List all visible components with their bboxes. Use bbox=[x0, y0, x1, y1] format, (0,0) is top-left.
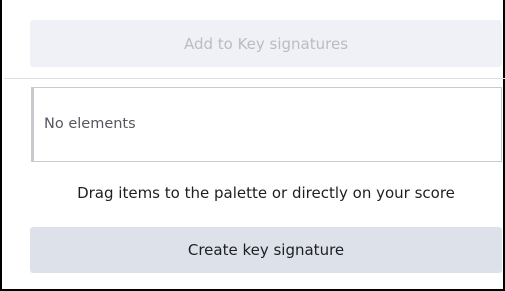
empty-list-text: No elements bbox=[44, 116, 136, 132]
create-key-signature-button[interactable]: Create key signature bbox=[30, 227, 502, 273]
palette-elements-list[interactable]: No elements bbox=[31, 87, 502, 162]
drag-hint-text: Drag items to the palette or directly on… bbox=[77, 184, 455, 202]
section-divider bbox=[4, 78, 505, 79]
add-to-key-signatures-button[interactable]: Add to Key signatures bbox=[30, 20, 502, 67]
create-key-signature-label: Create key signature bbox=[187, 241, 345, 259]
key-signature-palette-panel: Add to Key signatures No elements Drag i… bbox=[0, 0, 505, 291]
add-to-key-signatures-label: Add to Key signatures bbox=[183, 34, 349, 53]
